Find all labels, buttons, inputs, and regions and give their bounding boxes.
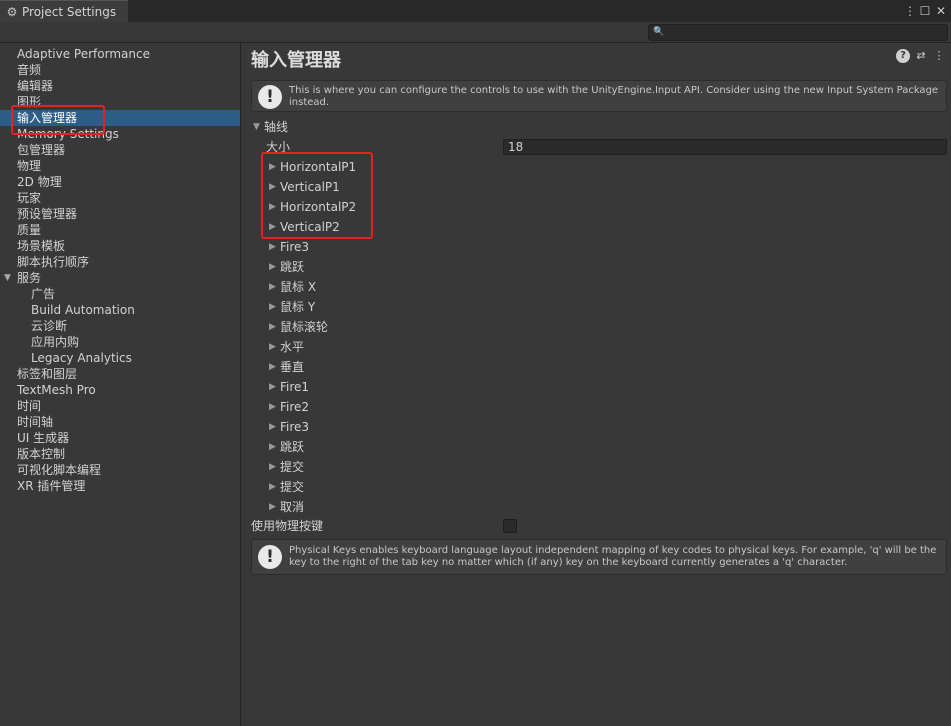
info-message: This is where you can configure the cont… — [289, 85, 939, 108]
gear-icon: ⚙ — [6, 4, 18, 19]
expand-arrow-icon[interactable]: ▼ — [4, 270, 11, 286]
physical-keys-helpbox: ! Physical Keys enables keyboard languag… — [251, 539, 947, 575]
sidebar-item-ads[interactable]: 广告 — [0, 286, 240, 302]
sidebar-item-legacy-analytics[interactable]: Legacy Analytics — [0, 350, 240, 366]
input-manager-panel: 输入管理器 ? ⇄ ⋮ ! This is where you can conf… — [241, 43, 951, 726]
collapse-arrow-icon[interactable]: ▶ — [269, 278, 276, 296]
sidebar-item-ui-builder[interactable]: UI 生成器 — [0, 430, 240, 446]
sidebar-item-audio[interactable]: 音频 — [0, 62, 240, 78]
sidebar-item-scene-template[interactable]: 场景模板 — [0, 238, 240, 254]
sidebar-item-physics[interactable]: 物理 — [0, 158, 240, 174]
sidebar-item-adaptive-performance[interactable]: Adaptive Performance — [0, 46, 240, 62]
sidebar-item-preset-manager[interactable]: 预设管理器 — [0, 206, 240, 222]
collapse-arrow-icon[interactable]: ▶ — [269, 398, 276, 416]
collapse-arrow-icon[interactable]: ▶ — [269, 458, 276, 476]
presets-icon[interactable]: ⇄ — [914, 49, 928, 63]
page-title: 输入管理器 — [251, 50, 341, 71]
sidebar-item-xr-plugin-management[interactable]: XR 插件管理 — [0, 478, 240, 494]
maximize-icon[interactable]: ☐ — [917, 2, 933, 20]
settings-sidebar: Adaptive Performance 音频 编辑器 图形 输入管理器 Mem… — [0, 43, 241, 726]
physical-keys-message: Physical Keys enables keyboard language … — [289, 545, 937, 568]
sidebar-item-physics-2d[interactable]: 2D 物理 — [0, 174, 240, 190]
sidebar-item-services[interactable]: ▼ 服务 — [0, 270, 240, 286]
sidebar-item-build-automation[interactable]: Build Automation — [0, 302, 240, 318]
sidebar-item-script-execution-order[interactable]: 脚本执行顺序 — [0, 254, 240, 270]
sidebar-item-cloud-diagnostics[interactable]: 云诊断 — [0, 318, 240, 334]
collapse-arrow-icon[interactable]: ▶ — [269, 358, 276, 376]
collapse-arrow-icon[interactable]: ▶ — [269, 478, 276, 496]
sidebar-item-timeline[interactable]: 时间轴 — [0, 414, 240, 430]
collapse-arrow-icon[interactable]: ▶ — [269, 438, 276, 456]
collapse-arrow-icon[interactable]: ▶ — [269, 298, 276, 316]
collapse-arrow-icon[interactable]: ▶ — [269, 418, 276, 436]
collapse-arrow-icon[interactable]: ▶ — [269, 498, 276, 516]
expand-arrow-icon[interactable]: ▼ — [253, 118, 260, 136]
sidebar-item-player[interactable]: 玩家 — [0, 190, 240, 206]
info-icon: ! — [258, 545, 282, 569]
highlight-annotation-sidebar — [11, 105, 105, 135]
search-bar: 🔍 — [0, 22, 951, 43]
sidebar-item-textmesh-pro[interactable]: TextMesh Pro — [0, 382, 240, 398]
project-settings-tab[interactable]: ⚙ Project Settings — [0, 0, 128, 22]
highlight-annotation-axes — [261, 152, 373, 239]
sidebar-item-package-manager[interactable]: 包管理器 — [0, 142, 240, 158]
tab-title: Project Settings — [22, 4, 117, 19]
collapse-arrow-icon[interactable]: ▶ — [269, 338, 276, 356]
physical-keys-checkbox[interactable] — [503, 519, 517, 533]
sidebar-item-tags-and-layers[interactable]: 标签和图层 — [0, 366, 240, 382]
search-icon: 🔍 — [653, 27, 665, 37]
sidebar-item-time[interactable]: 时间 — [0, 398, 240, 414]
info-icon: ! — [258, 85, 282, 109]
size-value: 18 — [508, 140, 524, 154]
physical-keys-label: 使用物理按键 — [251, 519, 324, 533]
close-icon[interactable]: ✕ — [933, 2, 949, 20]
help-icon[interactable]: ? — [896, 49, 910, 63]
sidebar-item-editor[interactable]: 编辑器 — [0, 78, 240, 94]
search-input[interactable]: 🔍 — [648, 24, 948, 41]
info-helpbox: ! This is where you can configure the co… — [251, 80, 947, 112]
sidebar-item-visual-scripting[interactable]: 可视化脚本编程 — [0, 462, 240, 478]
more-icon[interactable]: ⋮ — [932, 49, 946, 63]
collapse-arrow-icon[interactable]: ▶ — [269, 258, 276, 276]
sidebar-item-in-app-purchasing[interactable]: 应用内购 — [0, 334, 240, 350]
kebab-menu-icon[interactable]: ⋮ — [902, 2, 918, 20]
collapse-arrow-icon[interactable]: ▶ — [269, 238, 276, 256]
collapse-arrow-icon[interactable]: ▶ — [269, 318, 276, 336]
collapse-arrow-icon[interactable]: ▶ — [269, 378, 276, 396]
sidebar-item-version-control[interactable]: 版本控制 — [0, 446, 240, 462]
sidebar-item-quality[interactable]: 质量 — [0, 222, 240, 238]
size-field[interactable]: 18 — [503, 139, 947, 155]
title-bar: ⚙ Project Settings ⋮ ☐ ✕ — [0, 0, 951, 22]
